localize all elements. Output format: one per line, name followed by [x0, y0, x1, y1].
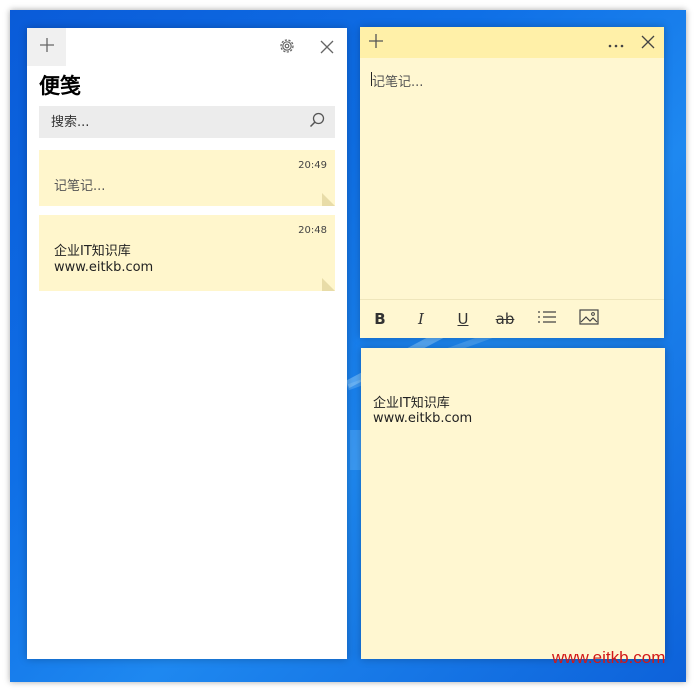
- note-preview-text: 记笔记...: [54, 179, 106, 194]
- format-toolbar: B I U ab: [360, 299, 664, 338]
- close-note-button[interactable]: [637, 32, 659, 54]
- search-icon[interactable]: [309, 112, 325, 132]
- note-preview-text: www.eitkb.com: [54, 260, 154, 275]
- note-window[interactable]: 企业IT知识库 www.eitkb.com: [361, 348, 665, 659]
- list-title-bar: [27, 28, 347, 66]
- text-caret: [371, 72, 372, 86]
- underline-button[interactable]: U: [452, 308, 474, 330]
- note-preview-text: 企业IT知识库: [54, 244, 131, 259]
- note-corner-fold: [322, 193, 335, 206]
- note-text-line: www.eitkb.com: [373, 411, 473, 426]
- notes-list-window: 便笺 20:49 记笔记... 20:48 企业IT知识库 www.eitkb.…: [27, 28, 347, 659]
- note-timestamp: 20:48: [298, 225, 327, 236]
- more-icon: [607, 34, 625, 53]
- note-timestamp: 20:49: [298, 160, 327, 171]
- insert-image-button[interactable]: [578, 308, 600, 330]
- close-list-button[interactable]: [316, 37, 338, 59]
- note-corner-fold: [322, 278, 335, 291]
- new-note-button[interactable]: [365, 32, 387, 54]
- strikethrough-button[interactable]: ab: [494, 308, 516, 330]
- add-note-button[interactable]: [27, 28, 66, 66]
- plus-icon: [39, 37, 55, 57]
- bold-button[interactable]: B: [369, 308, 391, 330]
- close-icon: [320, 39, 334, 58]
- search-box[interactable]: [39, 106, 335, 138]
- note-list-item[interactable]: 20:49 记笔记...: [39, 150, 335, 206]
- bullet-list-button[interactable]: [536, 308, 558, 330]
- note-editor-window: 记笔记... B I U ab: [360, 27, 664, 338]
- settings-button[interactable]: [276, 37, 298, 59]
- close-icon: [641, 34, 655, 53]
- note-text-line: 企业IT知识库: [373, 396, 450, 411]
- watermark-text: www.eitkb.com: [552, 648, 666, 667]
- search-input[interactable]: [49, 113, 293, 131]
- list-icon: [537, 310, 557, 328]
- image-icon: [579, 309, 599, 329]
- note-header-bar: [360, 27, 664, 58]
- more-options-button[interactable]: [605, 32, 627, 54]
- note-text-area[interactable]: 记笔记...: [372, 71, 423, 90]
- note-list-item[interactable]: 20:48 企业IT知识库 www.eitkb.com: [39, 215, 335, 291]
- italic-button[interactable]: I: [410, 308, 432, 330]
- app-title: 便笺: [39, 74, 81, 98]
- gear-icon: [278, 37, 296, 59]
- plus-icon: [368, 33, 384, 53]
